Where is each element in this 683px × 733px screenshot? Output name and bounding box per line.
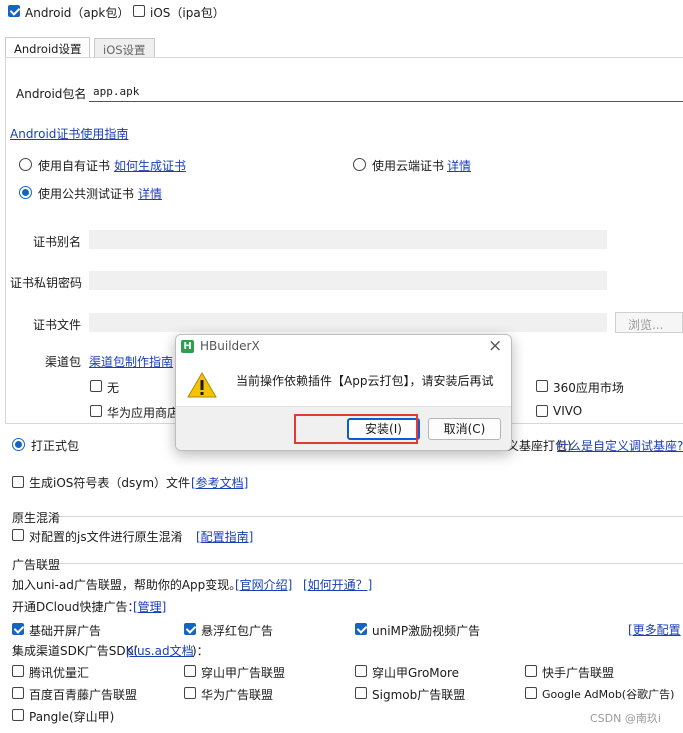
admob-ad-label: Google AdMob(谷歌广告) xyxy=(542,688,675,701)
cert-password-label: 证书私钥密码 xyxy=(10,276,83,290)
cert-file-input[interactable] xyxy=(89,313,607,332)
ads-title: 广告联盟 xyxy=(12,558,61,572)
cloud-cert-detail-link[interactable]: 详情 xyxy=(447,157,471,174)
splash-ad-label: 基础开屏广告 xyxy=(29,624,102,638)
ads-intro-link[interactable]: [官网介绍] xyxy=(235,576,292,593)
splash-ad-checkbox[interactable] xyxy=(12,623,24,635)
channel-guide-link[interactable]: 渠道包制作指南 xyxy=(89,353,173,370)
admob-ad-checkbox[interactable] xyxy=(525,687,537,699)
dialog-title: HBuilderX xyxy=(200,339,260,353)
ads-more-config-link[interactable]: [更多配置 xyxy=(628,621,681,638)
dsym-doc-link[interactable]: [参考文档] xyxy=(191,474,248,491)
cloud-cert-radio[interactable] xyxy=(353,158,366,171)
dsym-checkbox[interactable] xyxy=(12,476,24,488)
install-highlight-box xyxy=(294,414,418,444)
channel-huawei-checkbox[interactable] xyxy=(90,405,102,417)
channel-360-checkbox[interactable] xyxy=(536,380,548,392)
cancel-button[interactable]: 取消(C) xyxy=(428,418,501,440)
dialog-message: 当前操作依赖插件【App云打包】，请安装后再试 xyxy=(236,374,494,388)
channel-360-label: 360应用市场 xyxy=(553,381,624,395)
ios-checkbox[interactable] xyxy=(133,5,145,17)
pangle-ad-checkbox[interactable] xyxy=(12,709,24,721)
obfuscation-divider xyxy=(58,516,683,517)
sigmob-ad-label: Sigmob广告联盟 xyxy=(372,688,466,702)
formal-build-radio[interactable] xyxy=(12,438,25,451)
dialog-title-bar: H HBuilderX × xyxy=(176,335,511,359)
ads-sdk-suffix: )： xyxy=(192,644,209,658)
ads-divider xyxy=(58,563,683,564)
pangle-cn-ad-checkbox[interactable] xyxy=(184,665,196,677)
obfuscation-guide-link[interactable]: [配置指南] xyxy=(196,528,253,545)
cert-password-input[interactable] xyxy=(89,271,607,290)
sigmob-ad-checkbox[interactable] xyxy=(355,687,367,699)
android-option-label: Android（apk包） xyxy=(25,6,130,20)
csdn-watermark: CSDN @南玖i xyxy=(590,712,661,725)
channel-vivo-checkbox[interactable] xyxy=(536,405,548,417)
own-cert-radio[interactable] xyxy=(19,158,32,171)
tab-android-settings[interactable]: Android设置 xyxy=(5,37,91,57)
cloud-cert-label: 使用云端证书 xyxy=(372,159,445,173)
channel-label: 渠道包 xyxy=(45,355,82,369)
how-to-generate-cert-link[interactable]: 如何生成证书 xyxy=(114,157,186,174)
float-red-ad-checkbox[interactable] xyxy=(184,623,196,635)
ads-how-link[interactable]: [如何开通？] xyxy=(303,576,372,593)
tencent-ad-label: 腾讯优量汇 xyxy=(29,666,90,680)
huawei-ad-label: 华为广告联盟 xyxy=(201,688,274,702)
obfuscation-checkbox[interactable] xyxy=(12,529,24,541)
channel-vivo-label: VIVO xyxy=(553,404,583,418)
cert-file-label: 证书文件 xyxy=(33,318,82,332)
reward-video-ad-checkbox[interactable] xyxy=(355,623,367,635)
package-name-label: Android包名 xyxy=(16,87,87,101)
ads-manage-link[interactable]: [管理] xyxy=(133,598,166,615)
obfuscation-label: 对配置的js文件进行原生混淆 xyxy=(29,530,183,544)
dsym-label: 生成iOS符号表（dsym）文件 xyxy=(29,476,191,490)
custom-base-help-link[interactable]: 什么是自定义调试基座? xyxy=(557,437,683,454)
pangle-ad-label: Pangle(穿山甲) xyxy=(29,710,115,724)
ads-sdk-prefix: 集成渠道SDK广告SDK( xyxy=(12,644,139,658)
ads-quick-text: 开通DCloud快捷广告： xyxy=(12,600,140,614)
cert-alias-label: 证书别名 xyxy=(33,235,82,249)
pangle-cn-ad-label: 穿山甲广告联盟 xyxy=(201,666,286,680)
channel-none-checkbox[interactable] xyxy=(90,380,102,392)
huawei-ad-checkbox[interactable] xyxy=(184,687,196,699)
baidu-ad-label: 百度百青藤广告联盟 xyxy=(29,688,138,702)
hbuilderx-logo-icon: H xyxy=(181,340,194,353)
own-cert-label: 使用自有证书 xyxy=(38,159,111,173)
tab-divider xyxy=(5,57,683,58)
ads-join-text: 加入uni-ad广告联盟，帮助你的App变现。 xyxy=(12,578,242,592)
public-cert-radio[interactable] xyxy=(19,186,32,199)
reward-video-ad-label: uniMP激励视频广告 xyxy=(372,624,481,638)
float-red-ad-label: 悬浮红包广告 xyxy=(201,624,274,638)
channel-huawei-label: 华为应用商店 xyxy=(107,406,180,420)
browse-button[interactable]: 浏览... xyxy=(615,312,683,333)
panel-left-border xyxy=(5,57,6,423)
cert-guide-link[interactable]: Android证书使用指南 xyxy=(10,125,128,142)
public-cert-label: 使用公共测试证书 xyxy=(38,187,135,201)
baidu-ad-checkbox[interactable] xyxy=(12,687,24,699)
dialog-close-icon[interactable]: × xyxy=(488,336,502,356)
ads-sdk-doc-link[interactable]: plus.ad文档 xyxy=(126,642,194,659)
cert-alias-input[interactable] xyxy=(89,230,607,249)
gromore-ad-checkbox[interactable] xyxy=(355,665,367,677)
gromore-ad-label: 穿山甲GroMore xyxy=(372,666,460,680)
formal-build-label: 打正式包 xyxy=(31,439,80,453)
kuaishou-ad-checkbox[interactable] xyxy=(525,665,537,677)
obfuscation-title: 原生混淆 xyxy=(12,511,61,525)
tab-ios-settings[interactable]: iOS设置 xyxy=(94,38,155,57)
package-name-input[interactable]: app.apk xyxy=(89,82,683,102)
android-checkbox[interactable] xyxy=(8,5,20,17)
channel-none-label: 无 xyxy=(107,381,120,395)
kuaishou-ad-label: 快手广告联盟 xyxy=(542,666,615,680)
public-cert-detail-link[interactable]: 详情 xyxy=(138,185,162,202)
warning-icon xyxy=(187,372,217,398)
tencent-ad-checkbox[interactable] xyxy=(12,665,24,677)
ios-option-label: iOS（ipa包） xyxy=(150,6,225,20)
